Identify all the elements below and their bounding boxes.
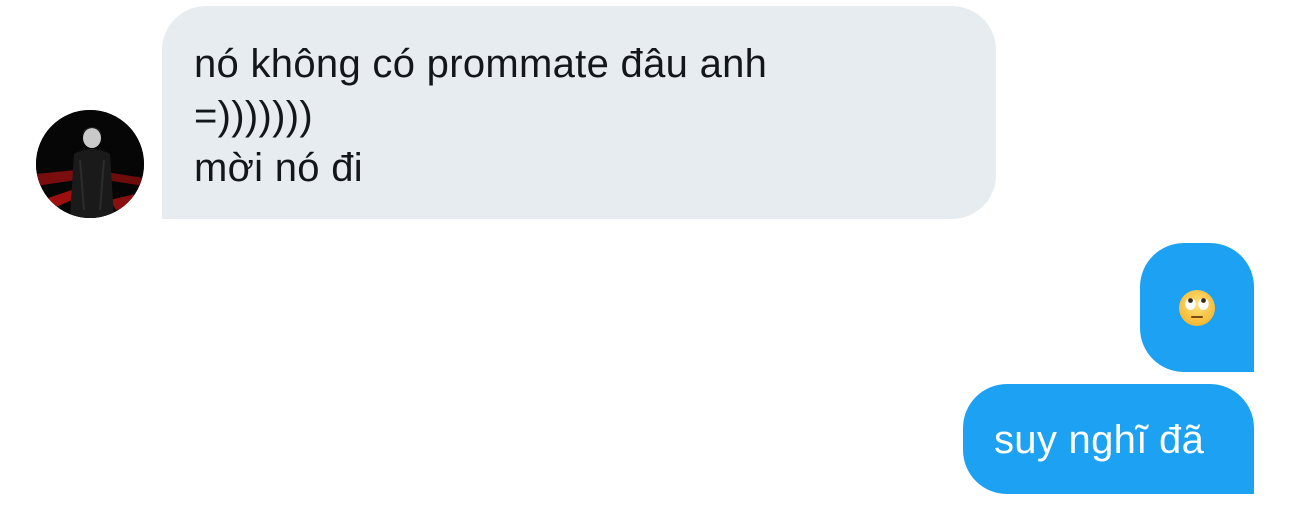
incoming-message-line: nó không có prommate đâu anh	[194, 42, 768, 86]
incoming-message-bubble[interactable]: nó không có prommate đâu anh =))))))) mờ…	[162, 6, 996, 219]
incoming-message-line: mời nó đi	[194, 146, 363, 190]
avatar-photo-icon	[36, 110, 144, 218]
face-with-rolling-eyes-icon	[1179, 289, 1215, 326]
outgoing-message-text: suy nghĩ đã	[994, 418, 1205, 462]
outgoing-emoji-bubble[interactable]	[1140, 243, 1254, 372]
sender-avatar[interactable]	[36, 110, 144, 218]
outgoing-text-bubble[interactable]: suy nghĩ đã	[963, 384, 1254, 494]
incoming-message-line: =)))))))	[194, 94, 314, 138]
